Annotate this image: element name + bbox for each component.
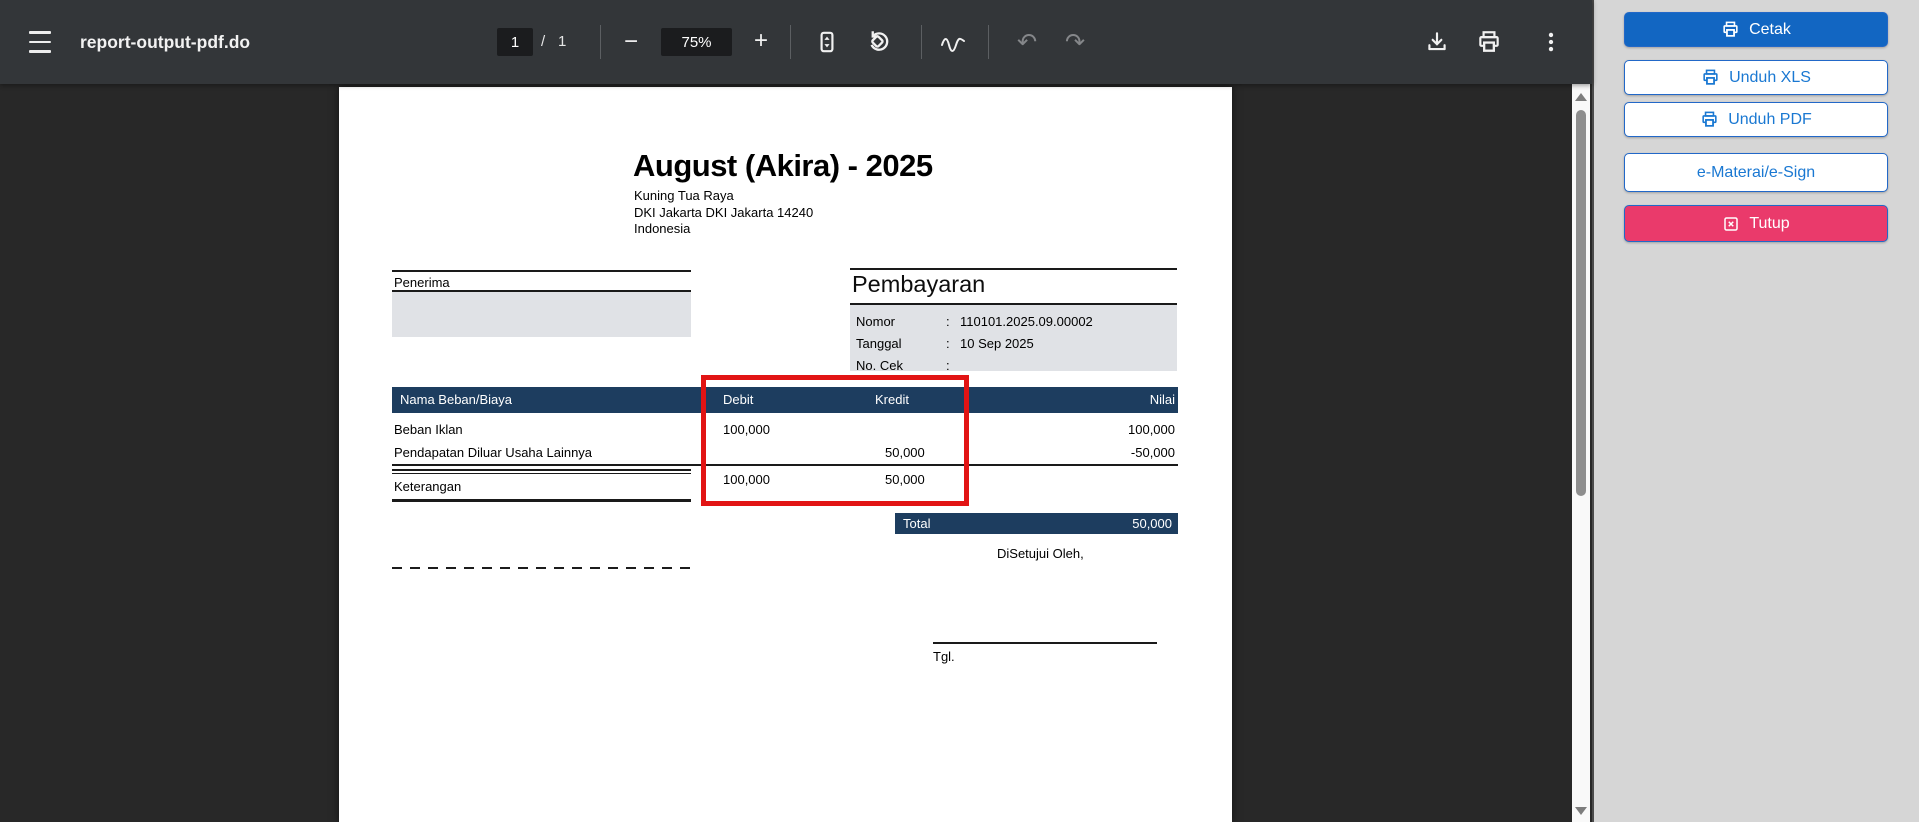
toolbar-divider bbox=[988, 25, 989, 59]
keterangan-rule bbox=[392, 473, 691, 474]
cetak-label: Cetak bbox=[1749, 20, 1791, 38]
tutup-label: Tutup bbox=[1749, 214, 1790, 232]
grand-total-value: 50,000 bbox=[1132, 516, 1172, 531]
row-name: Beban Iklan bbox=[394, 422, 463, 437]
pdf-toolbar: report-output-pdf.do 1 / 1 − 75% + ↶ ↷ bbox=[0, 0, 1592, 84]
rotate-icon[interactable] bbox=[864, 28, 892, 56]
field-value: 110101.2025.09.00002 bbox=[960, 314, 1093, 329]
toolbar-divider bbox=[790, 25, 791, 59]
vertical-scrollbar[interactable] bbox=[1572, 84, 1590, 822]
printer-xls-icon bbox=[1701, 68, 1720, 87]
pembayaran-row: Tanggal : 10 Sep 2025 bbox=[856, 336, 1171, 351]
cetak-button[interactable]: Cetak bbox=[1624, 12, 1888, 47]
toolbar-divider bbox=[921, 25, 922, 59]
pembayaran-row: Nomor : 110101.2025.09.00002 bbox=[856, 314, 1171, 329]
pdf-viewer: report-output-pdf.do 1 / 1 − 75% + ↶ ↷ A… bbox=[0, 0, 1592, 822]
printer-pdf-icon bbox=[1700, 110, 1719, 129]
col-header-nilai: Nilai bbox=[1149, 392, 1175, 407]
keterangan-label: Keterangan bbox=[394, 479, 462, 494]
address-line: Kuning Tua Raya bbox=[634, 188, 734, 203]
address-line: Indonesia bbox=[634, 221, 691, 236]
annotate-draw-icon[interactable] bbox=[938, 29, 968, 55]
tgl-label: Tgl. bbox=[933, 649, 955, 664]
menu-icon[interactable] bbox=[28, 31, 52, 53]
address-line: DKI Jakarta DKI Jakarta 14240 bbox=[634, 204, 814, 220]
report-address: Kuning Tua Raya DKI Jakarta DKI Jakarta … bbox=[634, 188, 813, 238]
report-title: August (Akira) - 2025 bbox=[633, 148, 933, 183]
col-header-name: Nama Beban/Biaya bbox=[400, 392, 513, 407]
printer-icon bbox=[1721, 20, 1740, 39]
approval-label: DiSetujui Oleh, bbox=[997, 546, 1084, 561]
page-total: 1 bbox=[558, 33, 567, 50]
red-highlight-box bbox=[701, 375, 969, 506]
field-label: Tanggal bbox=[856, 336, 902, 351]
colon: : bbox=[946, 314, 950, 329]
penerima-top-rule bbox=[392, 270, 691, 272]
zoom-level-input[interactable]: 75% bbox=[661, 28, 732, 56]
keterangan-rule bbox=[392, 469, 691, 471]
penerima-value-box bbox=[392, 292, 691, 337]
fit-to-page-icon[interactable] bbox=[814, 29, 840, 55]
zoom-out-button[interactable]: − bbox=[614, 28, 648, 56]
page-number-input[interactable]: 1 bbox=[497, 28, 533, 56]
pembayaran-row: No. Cek : bbox=[856, 358, 1171, 373]
scroll-down-arrow-icon[interactable] bbox=[1575, 807, 1587, 815]
pdf-page: August (Akira) - 2025 Kuning Tua Raya DK… bbox=[339, 87, 1232, 822]
field-label: No. Cek bbox=[856, 358, 903, 373]
print-icon[interactable] bbox=[1476, 29, 1502, 55]
field-label: Nomor bbox=[856, 314, 896, 329]
pembayaran-top-rule bbox=[850, 268, 1177, 270]
scrollbar-thumb[interactable] bbox=[1576, 110, 1586, 496]
toolbar-divider bbox=[600, 25, 601, 59]
dashed-cut-line bbox=[392, 567, 691, 570]
row-nilai: -50,000 bbox=[1130, 445, 1175, 460]
keterangan-bottom-rule bbox=[392, 499, 691, 502]
e-materai-label: e-Materai/e-Sign bbox=[1696, 163, 1816, 181]
grand-total-label: Total bbox=[903, 516, 931, 531]
grand-total-bar: Total 50,000 bbox=[895, 513, 1178, 534]
unduh-xls-label: Unduh XLS bbox=[1729, 68, 1811, 86]
e-materai-e-sign-button[interactable]: e-Materai/e-Sign bbox=[1624, 153, 1888, 192]
colon: : bbox=[946, 336, 950, 351]
redo-icon[interactable]: ↷ bbox=[1058, 26, 1092, 58]
unduh-pdf-label: Unduh PDF bbox=[1728, 110, 1812, 128]
colon: : bbox=[946, 358, 950, 373]
row-nilai: 100,000 bbox=[1128, 422, 1175, 437]
field-value: 10 Sep 2025 bbox=[960, 336, 1034, 351]
download-icon[interactable] bbox=[1424, 29, 1450, 55]
more-options-icon[interactable] bbox=[1538, 29, 1564, 55]
pembayaran-info-box: Nomor : 110101.2025.09.00002 Tanggal : 1… bbox=[850, 303, 1177, 373]
unduh-xls-button[interactable]: Unduh XLS bbox=[1624, 60, 1888, 95]
unduh-pdf-button[interactable]: Unduh PDF bbox=[1624, 102, 1888, 137]
scroll-up-arrow-icon[interactable] bbox=[1575, 93, 1587, 101]
zoom-in-button[interactable]: + bbox=[744, 27, 778, 55]
tutup-button[interactable]: Tutup bbox=[1624, 205, 1888, 242]
action-sidebar: Cetak Unduh XLS Unduh PDF e-Materai/e-Si… bbox=[1594, 0, 1919, 822]
penerima-label: Penerima bbox=[394, 275, 450, 290]
close-box-icon bbox=[1722, 215, 1740, 233]
page-separator: / bbox=[541, 33, 546, 50]
document-filename: report-output-pdf.do bbox=[80, 32, 251, 52]
pembayaran-heading: Pembayaran bbox=[852, 271, 986, 297]
undo-icon[interactable]: ↶ bbox=[1010, 26, 1044, 58]
signature-line bbox=[933, 642, 1157, 644]
row-name: Pendapatan Diluar Usaha Lainnya bbox=[394, 445, 593, 460]
